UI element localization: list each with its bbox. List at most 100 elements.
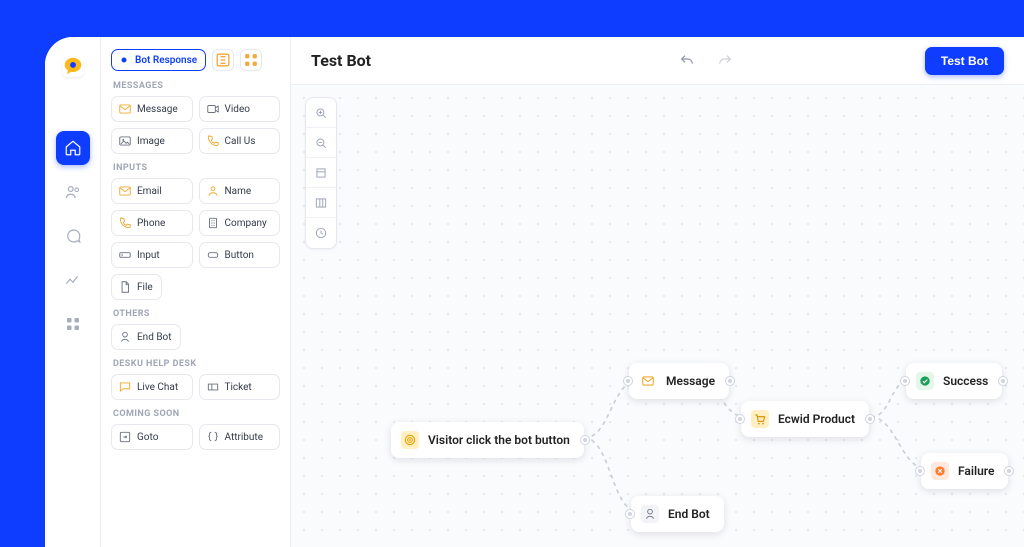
phone-icon [206,134,220,148]
mail-icon [118,184,132,198]
chat-icon [118,380,132,394]
bot-icon [118,330,132,344]
tile-name[interactable]: Name [199,178,281,204]
node-success[interactable]: Success [906,363,1002,399]
tile-label: File [137,282,153,293]
node-start[interactable]: Visitor click the bot button [391,422,584,458]
port-out[interactable] [866,415,874,423]
tile-livechat[interactable]: Live Chat [111,374,193,400]
undo-button[interactable] [675,49,699,73]
tile-label: End Bot [137,332,172,343]
top-bar: Test Bot Test Bot [291,37,1024,85]
node-ecwid[interactable]: Ecwid Product [741,401,869,437]
palette-tab-responses-icon[interactable] [212,49,234,71]
brand-logo [58,51,88,81]
tile-label: Company [225,218,267,229]
section-heading-helpdesk: DESKU HELP DESK [113,359,284,369]
port-in[interactable] [624,377,632,385]
canvas-tools [305,97,337,249]
x-icon [931,462,949,480]
port-out[interactable] [726,377,734,385]
tile-input[interactable]: Input [111,242,193,268]
tile-endbot[interactable]: End Bot [111,324,181,350]
tile-company[interactable]: Company [199,210,281,236]
redo-button[interactable] [713,49,737,73]
tile-message[interactable]: Message [111,96,193,122]
tile-button[interactable]: Button [199,242,281,268]
node-label: Message [666,374,715,388]
node-message[interactable]: Message [629,363,729,399]
port-in[interactable] [626,510,634,518]
input-icon [118,248,132,262]
tile-label: Phone [137,218,165,229]
section-heading-inputs: INPUTS [113,163,284,173]
tile-label: Goto [137,432,158,443]
port-in[interactable] [901,377,909,385]
tile-video[interactable]: Video [199,96,281,122]
mail-icon [639,372,657,390]
braces-icon [206,430,220,444]
tile-label: Live Chat [137,382,178,393]
tile-label: Button [225,250,254,261]
port-out[interactable] [1005,467,1013,475]
rail-analytics-icon[interactable] [56,263,90,297]
ticket-icon [206,380,220,394]
nav-rail [45,37,101,547]
section-heading-others: OTHERS [113,309,284,319]
port-in[interactable] [736,415,744,423]
test-bot-button[interactable]: Test Bot [925,47,1004,75]
file-icon [118,280,132,294]
phone-icon [118,216,132,230]
tile-file[interactable]: File [111,274,162,300]
palette-tab-bot-response[interactable]: Bot Response [111,49,206,71]
palette-tab-grid-icon[interactable] [240,49,262,71]
rail-contacts-icon[interactable] [56,175,90,209]
goto-icon [118,430,132,444]
tile-label: Input [137,250,160,261]
person-icon [206,184,220,198]
map-button[interactable] [306,188,336,218]
tile-ticket[interactable]: Ticket [199,374,281,400]
building-icon [206,216,220,230]
check-icon [916,372,934,390]
page-title: Test Bot [311,51,371,70]
rail-home-icon[interactable] [56,131,90,165]
node-label: Failure [958,464,994,478]
tile-phone[interactable]: Phone [111,210,193,236]
image-icon [118,134,132,148]
tile-image[interactable]: Image [111,128,193,154]
tile-label: Attribute [225,432,264,443]
tile-label: Image [137,136,165,147]
port-in[interactable] [916,467,924,475]
tile-email[interactable]: Email [111,178,193,204]
node-label: Success [943,374,988,388]
tile-label: Email [137,186,162,197]
rail-chat-icon[interactable] [56,219,90,253]
bot-icon [641,505,659,523]
fit-button[interactable] [306,158,336,188]
tile-label: Ticket [225,382,252,393]
port-out[interactable] [581,436,589,444]
tile-attribute[interactable]: Attribute [199,424,281,450]
video-icon [206,102,220,116]
zoom-in-button[interactable] [306,98,336,128]
message-icon [118,102,132,116]
node-endbot[interactable]: End Bot [631,496,724,532]
main-area: Test Bot Test Bot [291,37,1024,547]
tile-label: Call Us [225,136,256,147]
cart-icon [751,410,769,428]
palette-panel: Bot Response MESSAGES Message Video Imag… [101,37,291,547]
zoom-out-button[interactable] [306,128,336,158]
rail-apps-icon[interactable] [56,307,90,341]
flow-canvas[interactable]: Visitor click the bot button Message End… [291,85,1024,547]
node-label: Visitor click the bot button [428,433,570,447]
node-failure[interactable]: Failure [921,453,1008,489]
port-out[interactable] [999,377,1007,385]
tile-callus[interactable]: Call Us [199,128,281,154]
target-icon [401,431,419,449]
tile-label: Video [225,104,250,115]
tile-goto[interactable]: Goto [111,424,193,450]
section-heading-messages: MESSAGES [113,81,284,91]
history-button[interactable] [306,218,336,248]
button-icon [206,248,220,262]
